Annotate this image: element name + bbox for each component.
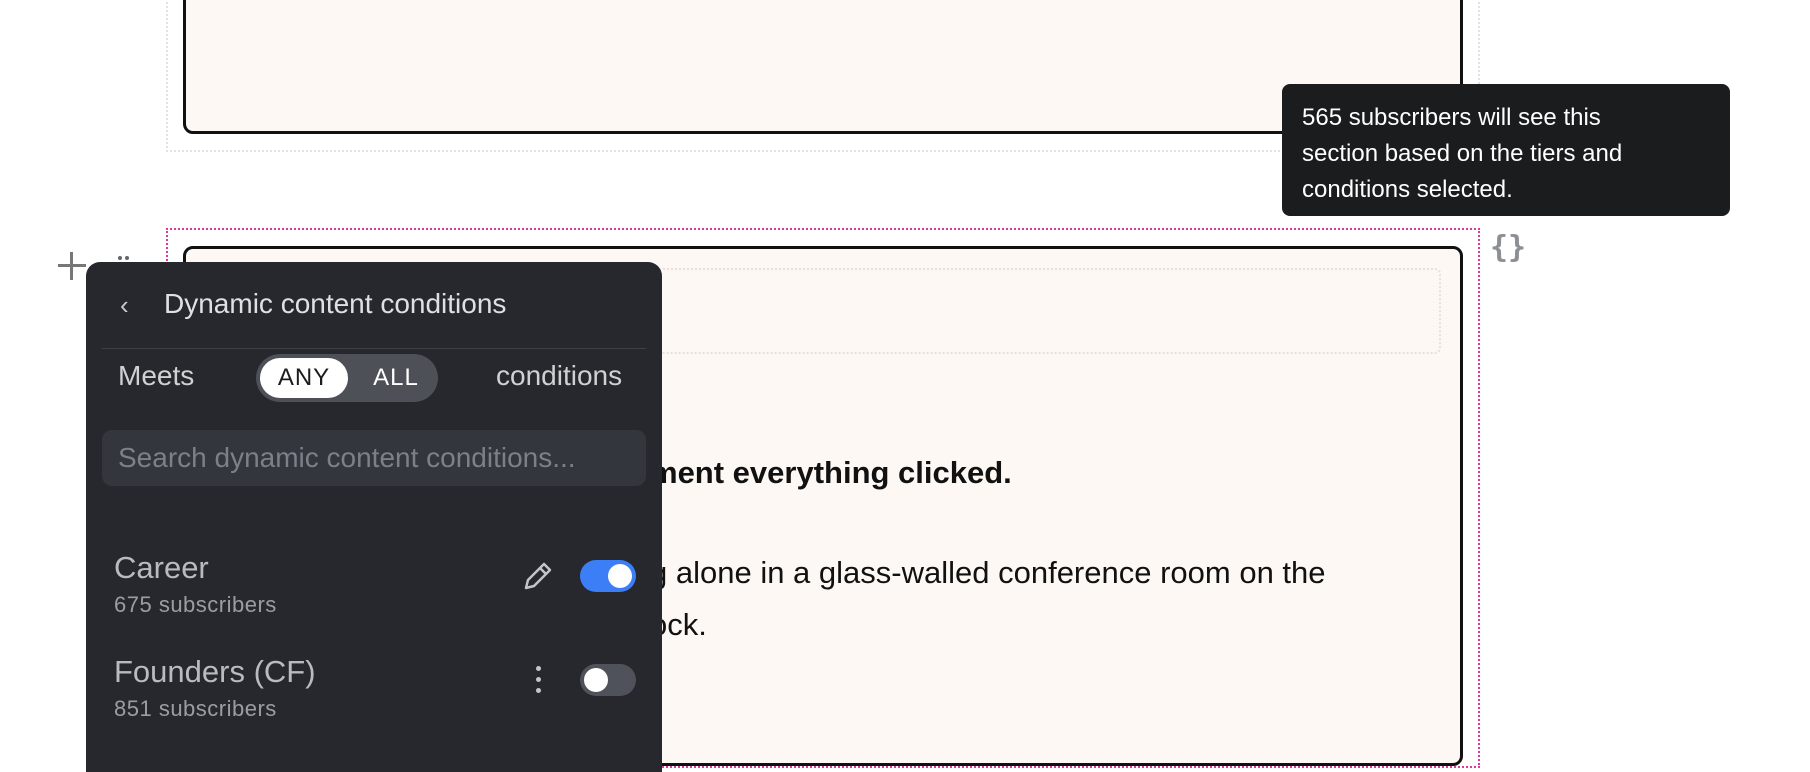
toggle-knob [584, 668, 608, 692]
all-option[interactable]: ALL [356, 358, 436, 398]
condition-item-founders[interactable]: Founders (CF) 851 subscribers [86, 654, 662, 750]
more-vertical-icon[interactable] [532, 662, 544, 698]
pencil-icon[interactable] [520, 558, 556, 594]
condition-name: Career [114, 550, 209, 585]
code-braces-icon[interactable]: {} [1490, 230, 1526, 265]
condition-toggle[interactable] [580, 664, 636, 696]
tooltip-line-3: conditions selected. [1302, 176, 1513, 203]
condition-subscribers: 675 subscribers [114, 592, 277, 617]
match-mode-toggle[interactable]: ANY ALL [256, 354, 438, 402]
section-paragraph-line-1: g alone in a glass-walled conference roo… [650, 555, 1326, 590]
back-chevron-icon[interactable]: ‹ [120, 290, 140, 320]
panel-header: ‹ Dynamic content conditions [86, 262, 662, 348]
search-conditions-input[interactable] [102, 430, 646, 486]
condition-name: Founders (CF) [114, 654, 316, 689]
subscribers-tooltip: 565 subscribers will see this section ba… [1282, 84, 1730, 216]
panel-title: Dynamic content conditions [164, 288, 507, 319]
add-block-icon[interactable] [58, 252, 86, 280]
content-card-top[interactable] [183, 0, 1463, 134]
condition-item-career[interactable]: Career 675 subscribers [86, 550, 662, 646]
meets-label: Meets [118, 360, 195, 391]
condition-subscribers: 851 subscribers [114, 696, 277, 721]
tooltip-line-1: 565 subscribers will see this [1302, 104, 1601, 131]
condition-toggle[interactable] [580, 560, 636, 592]
conditions-label: conditions [496, 360, 623, 391]
section-heading: ment everything clicked. [650, 455, 1012, 490]
panel-divider [102, 348, 646, 349]
tooltip-line-2: section based on the tiers and [1302, 140, 1623, 167]
any-option[interactable]: ANY [260, 358, 348, 398]
toggle-knob [608, 564, 632, 588]
dynamic-content-conditions-panel: ‹ Dynamic content conditions Meets ANY A… [86, 262, 662, 772]
